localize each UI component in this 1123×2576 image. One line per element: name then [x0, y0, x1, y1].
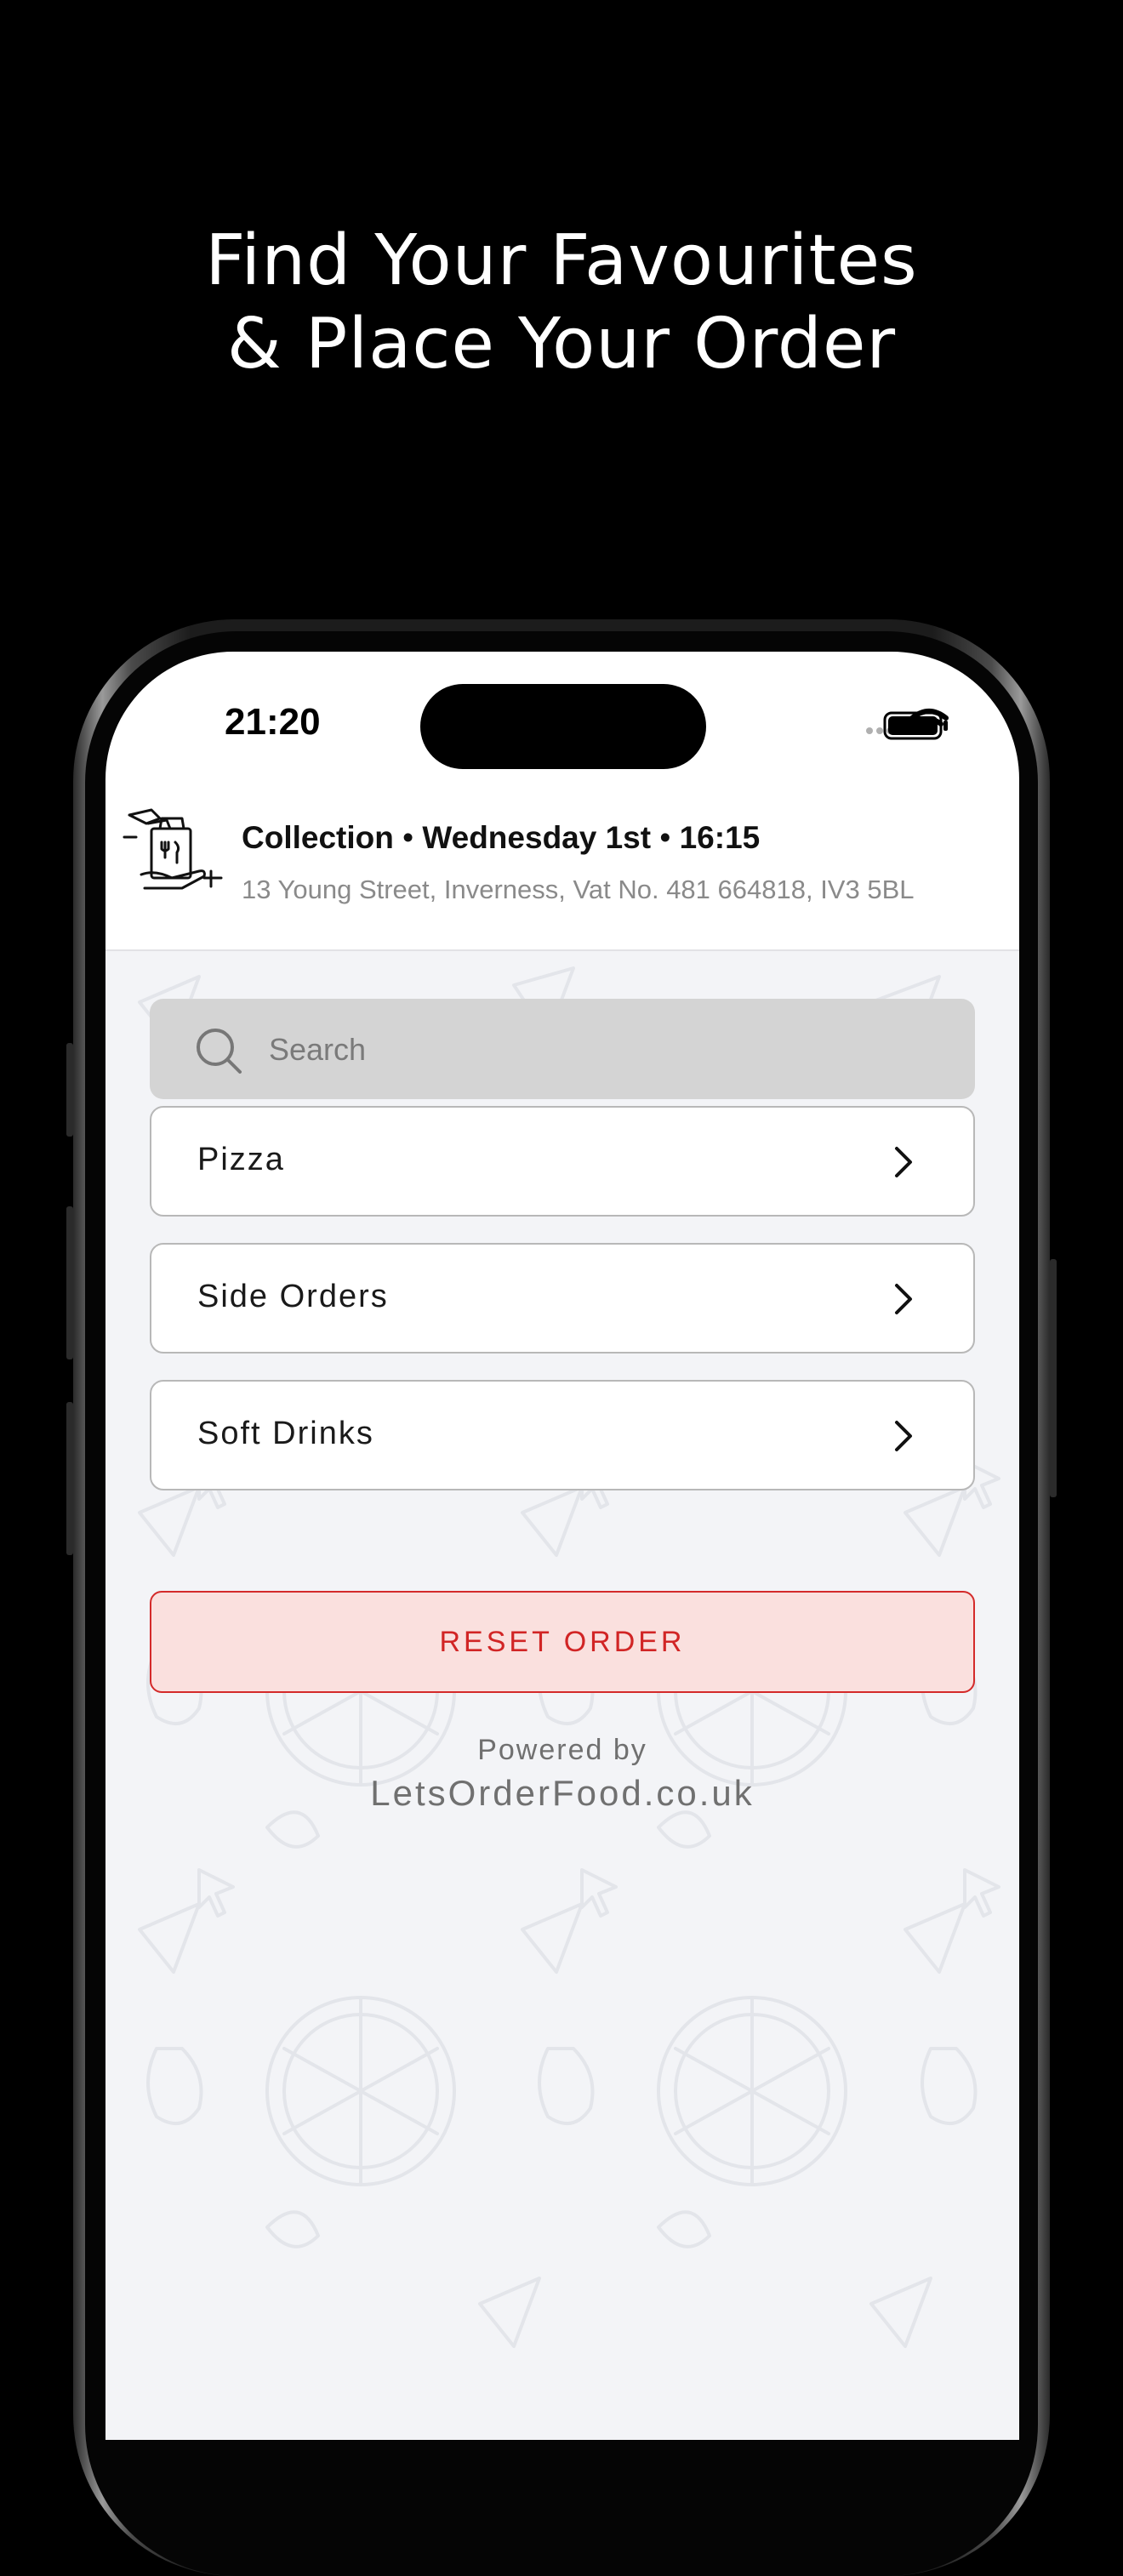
chevron-right-icon — [895, 1147, 912, 1177]
store-address: 13 Young Street, Inverness, Vat No. 481 … — [242, 875, 915, 904]
chevron-right-icon — [895, 1421, 912, 1451]
collection-bag-icon — [123, 808, 223, 890]
promo-headline: Find Your Favourites & Place Your Order — [0, 219, 1123, 386]
status-time: 21:20 — [225, 701, 321, 743]
phone-power-button — [1050, 1259, 1057, 1497]
promo-headline-line1: Find Your Favourites — [205, 220, 918, 301]
search-bar[interactable] — [150, 999, 975, 1099]
battery-icon — [883, 711, 948, 740]
order-day: Wednesday 1st — [422, 820, 652, 855]
separator-2: • — [659, 820, 671, 855]
category-side-orders[interactable]: Side Orders — [150, 1243, 975, 1354]
order-summary: Collection • Wednesday 1st • 16:15 — [242, 820, 760, 856]
dynamic-island — [420, 684, 706, 769]
phone-action-button — [66, 1043, 73, 1137]
chevron-right-icon — [895, 1284, 912, 1314]
category-label: Pizza — [197, 1142, 285, 1177]
category-soft-drinks[interactable]: Soft Drinks — [150, 1380, 975, 1490]
phone-volume-up-button — [66, 1206, 73, 1359]
order-time: 16:15 — [679, 820, 761, 855]
order-mode: Collection — [242, 820, 394, 855]
powered-by-label: Powered by — [477, 1734, 647, 1766]
status-bar: 21:20 — [105, 652, 1019, 796]
search-icon — [197, 1029, 242, 1074]
app-screen: 21:20 Collection • Wednesday 1st • 16:15… — [105, 652, 1019, 2440]
category-pizza[interactable]: Pizza — [150, 1106, 975, 1217]
category-label: Side Orders — [197, 1279, 389, 1314]
order-header[interactable]: Collection • Wednesday 1st • 16:15 13 Yo… — [105, 796, 1019, 951]
search-input[interactable] — [267, 1019, 934, 1080]
category-label: Soft Drinks — [197, 1416, 374, 1451]
reset-order-button[interactable]: RESET ORDER — [150, 1591, 975, 1693]
menu-content[interactable]: Pizza Side Orders Soft Drinks RESET ORDE… — [105, 951, 1019, 2440]
phone-volume-down-button — [66, 1402, 73, 1555]
powered-by-site-link[interactable]: LetsOrderFood.co.uk — [105, 1773, 1019, 1814]
promo-headline-line2: & Place Your Order — [226, 304, 897, 385]
separator-1: • — [402, 820, 414, 855]
